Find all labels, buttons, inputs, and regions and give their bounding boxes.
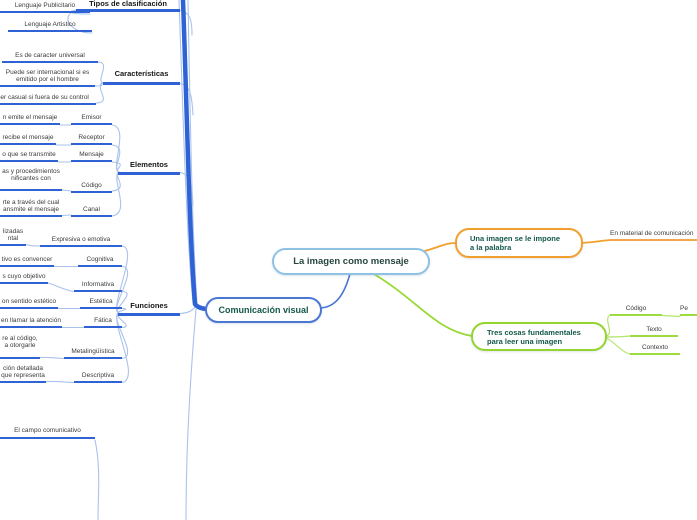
node-cognitiva[interactable]: Cognitiva: [78, 256, 122, 267]
node-lenguaje-publicitario[interactable]: Lenguaje Publicitario: [0, 2, 90, 13]
desc-cognitiva[interactable]: tivo es convencer: [0, 256, 54, 267]
node-fatica[interactable]: Fática: [84, 317, 122, 328]
node-ser-casual[interactable]: ser casual si fuera de su control: [0, 94, 96, 105]
node-informativa[interactable]: Informativa: [74, 281, 122, 292]
node-contexto[interactable]: Contexto: [630, 344, 680, 355]
desc-mensaje[interactable]: o que se transmite: [0, 151, 58, 162]
desc-descriptiva[interactable]: ción detallada que representa: [0, 365, 46, 383]
node-estetica[interactable]: Estética: [80, 298, 122, 309]
node-en-material-de-comunicacion[interactable]: En material de comunicación: [610, 230, 697, 241]
node-tres-cosas-fundamentales[interactable]: Tres cosas fundamentales para leer una i…: [471, 322, 607, 351]
node-descriptiva[interactable]: Descriptiva: [74, 372, 122, 383]
node-comunicacion-visual[interactable]: Comunicación visual: [205, 297, 322, 323]
branch-caracteristicas[interactable]: Características: [103, 70, 180, 85]
node-receptor[interactable]: Receptor: [71, 134, 112, 145]
desc-receptor[interactable]: recibe el mensaje: [0, 134, 56, 145]
desc-fatica[interactable]: en llamar la atención: [0, 317, 62, 328]
node-expresiva-o-emotiva[interactable]: Expresiva o emotiva: [40, 236, 122, 247]
node-caracter-universal[interactable]: Es de caracter universal: [2, 52, 98, 63]
branch-tipos-de-clasificacion[interactable]: Tipos de clasificación: [76, 0, 180, 12]
node-puede-ser-internacional[interactable]: Puede ser internacional si es emitido po…: [0, 69, 95, 87]
desc-metalinguistica[interactable]: re al código, a otorgarle: [0, 335, 40, 359]
node-canal[interactable]: Canal: [71, 206, 112, 217]
node-codigo-green[interactable]: Código: [610, 305, 662, 316]
desc-informativa[interactable]: s cuyo objetivo: [0, 273, 48, 284]
node-lenguaje-artistico[interactable]: Lenguaje Artistico: [8, 21, 92, 32]
desc-canal[interactable]: rte a través del cual ansmite el mensaje: [0, 199, 62, 217]
desc-codigo[interactable]: as y procedimientos nificantes con: [0, 168, 62, 191]
desc-emisor[interactable]: n emite el mensaje: [0, 114, 60, 125]
branch-elementos[interactable]: Elementos: [118, 161, 180, 175]
node-pe-clipped[interactable]: Pe: [680, 305, 697, 316]
node-codigo[interactable]: Código: [71, 182, 112, 193]
node-metalinguistica[interactable]: Metalingüística: [64, 348, 122, 359]
node-texto[interactable]: Texto: [630, 326, 678, 337]
node-una-imagen-se-impone[interactable]: Una imagen se le impone a la palabra: [455, 228, 583, 258]
node-mensaje[interactable]: Mensaje: [71, 151, 112, 162]
branch-funciones[interactable]: Funciones: [118, 302, 180, 316]
node-el-campo-comunicativo[interactable]: El campo comunicativo: [0, 427, 95, 439]
root-node-la-imagen-como-mensaje[interactable]: La imagen como mensaje: [272, 248, 430, 275]
mindmap-canvas: Tipos de clasificación Lenguaje Publicit…: [0, 0, 697, 520]
node-emisor[interactable]: Emisor: [71, 114, 112, 125]
desc-estetica[interactable]: on sentido estético: [0, 298, 58, 309]
desc-expresiva[interactable]: lizadas ntal: [0, 228, 26, 246]
